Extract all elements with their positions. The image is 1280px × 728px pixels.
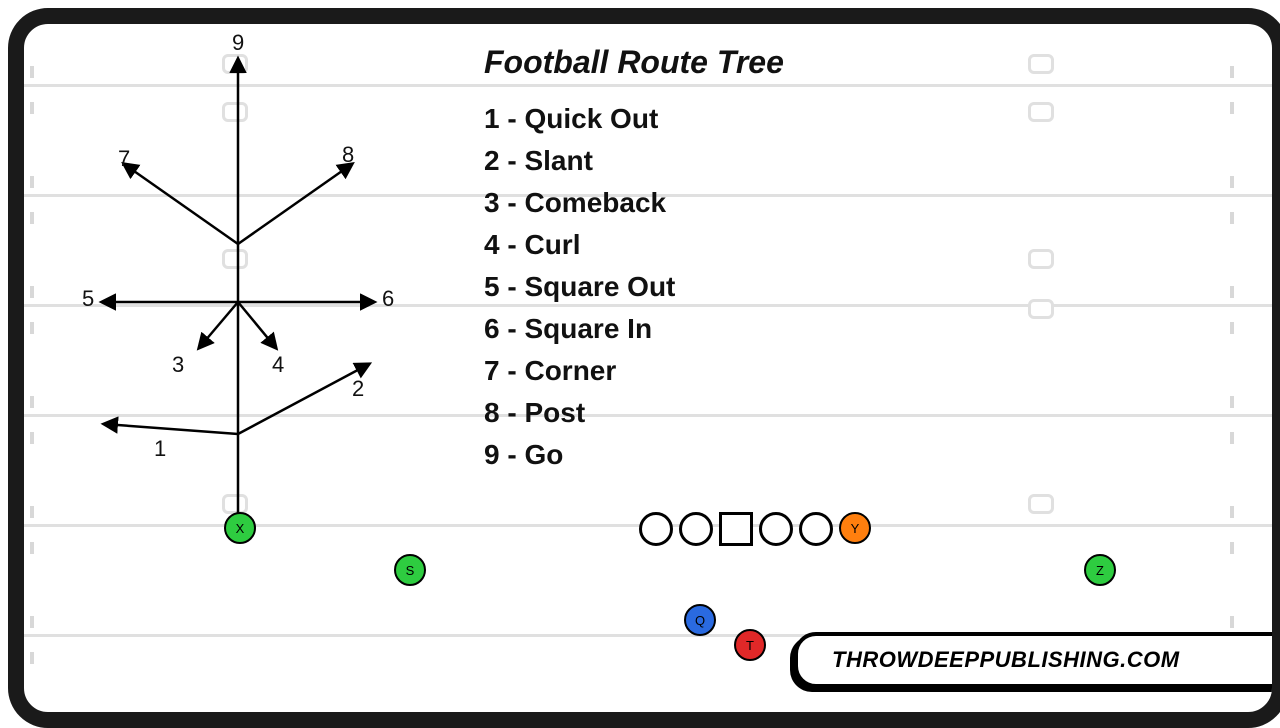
route-num-5: 5 — [82, 286, 94, 312]
legend-item: 9 - Go — [484, 434, 675, 476]
diagram-title: Football Route Tree — [484, 44, 784, 81]
legend-item: 1 - Quick Out — [484, 98, 675, 140]
route-num-7: 7 — [118, 146, 130, 172]
legend-item: 6 - Square In — [484, 308, 675, 350]
lineman-circle — [639, 512, 673, 546]
player-t: T — [734, 629, 766, 661]
route-num-4: 4 — [272, 352, 284, 378]
player-x: X — [224, 512, 256, 544]
route-num-9: 9 — [232, 30, 244, 56]
center-square — [719, 512, 753, 546]
legend-item: 5 - Square Out — [484, 266, 675, 308]
player-y: Y — [839, 512, 871, 544]
legend-item: 4 - Curl — [484, 224, 675, 266]
route-num-6: 6 — [382, 286, 394, 312]
legend-item: 7 - Corner — [484, 350, 675, 392]
diagram-frame: 9 8 7 6 5 4 3 2 1 Football Route Tree 1 … — [8, 8, 1280, 728]
lineman-circle — [759, 512, 793, 546]
credit-bar: THROWDEEPPUBLISHING.COM — [794, 632, 1276, 688]
route-num-1: 1 — [154, 436, 166, 462]
legend-item: 8 - Post — [484, 392, 675, 434]
player-z: Z — [1084, 554, 1116, 586]
credit-text: THROWDEEPPUBLISHING.COM — [832, 647, 1180, 673]
legend-item: 3 - Comeback — [484, 182, 675, 224]
route-num-3: 3 — [172, 352, 184, 378]
lineman-circle — [799, 512, 833, 546]
legend-item: 2 - Slant — [484, 140, 675, 182]
route-legend: 1 - Quick Out 2 - Slant 3 - Comeback 4 -… — [484, 98, 675, 476]
lineman-circle — [679, 512, 713, 546]
player-q: Q — [684, 604, 716, 636]
route-num-2: 2 — [352, 376, 364, 402]
player-s: S — [394, 554, 426, 586]
route-num-8: 8 — [342, 142, 354, 168]
